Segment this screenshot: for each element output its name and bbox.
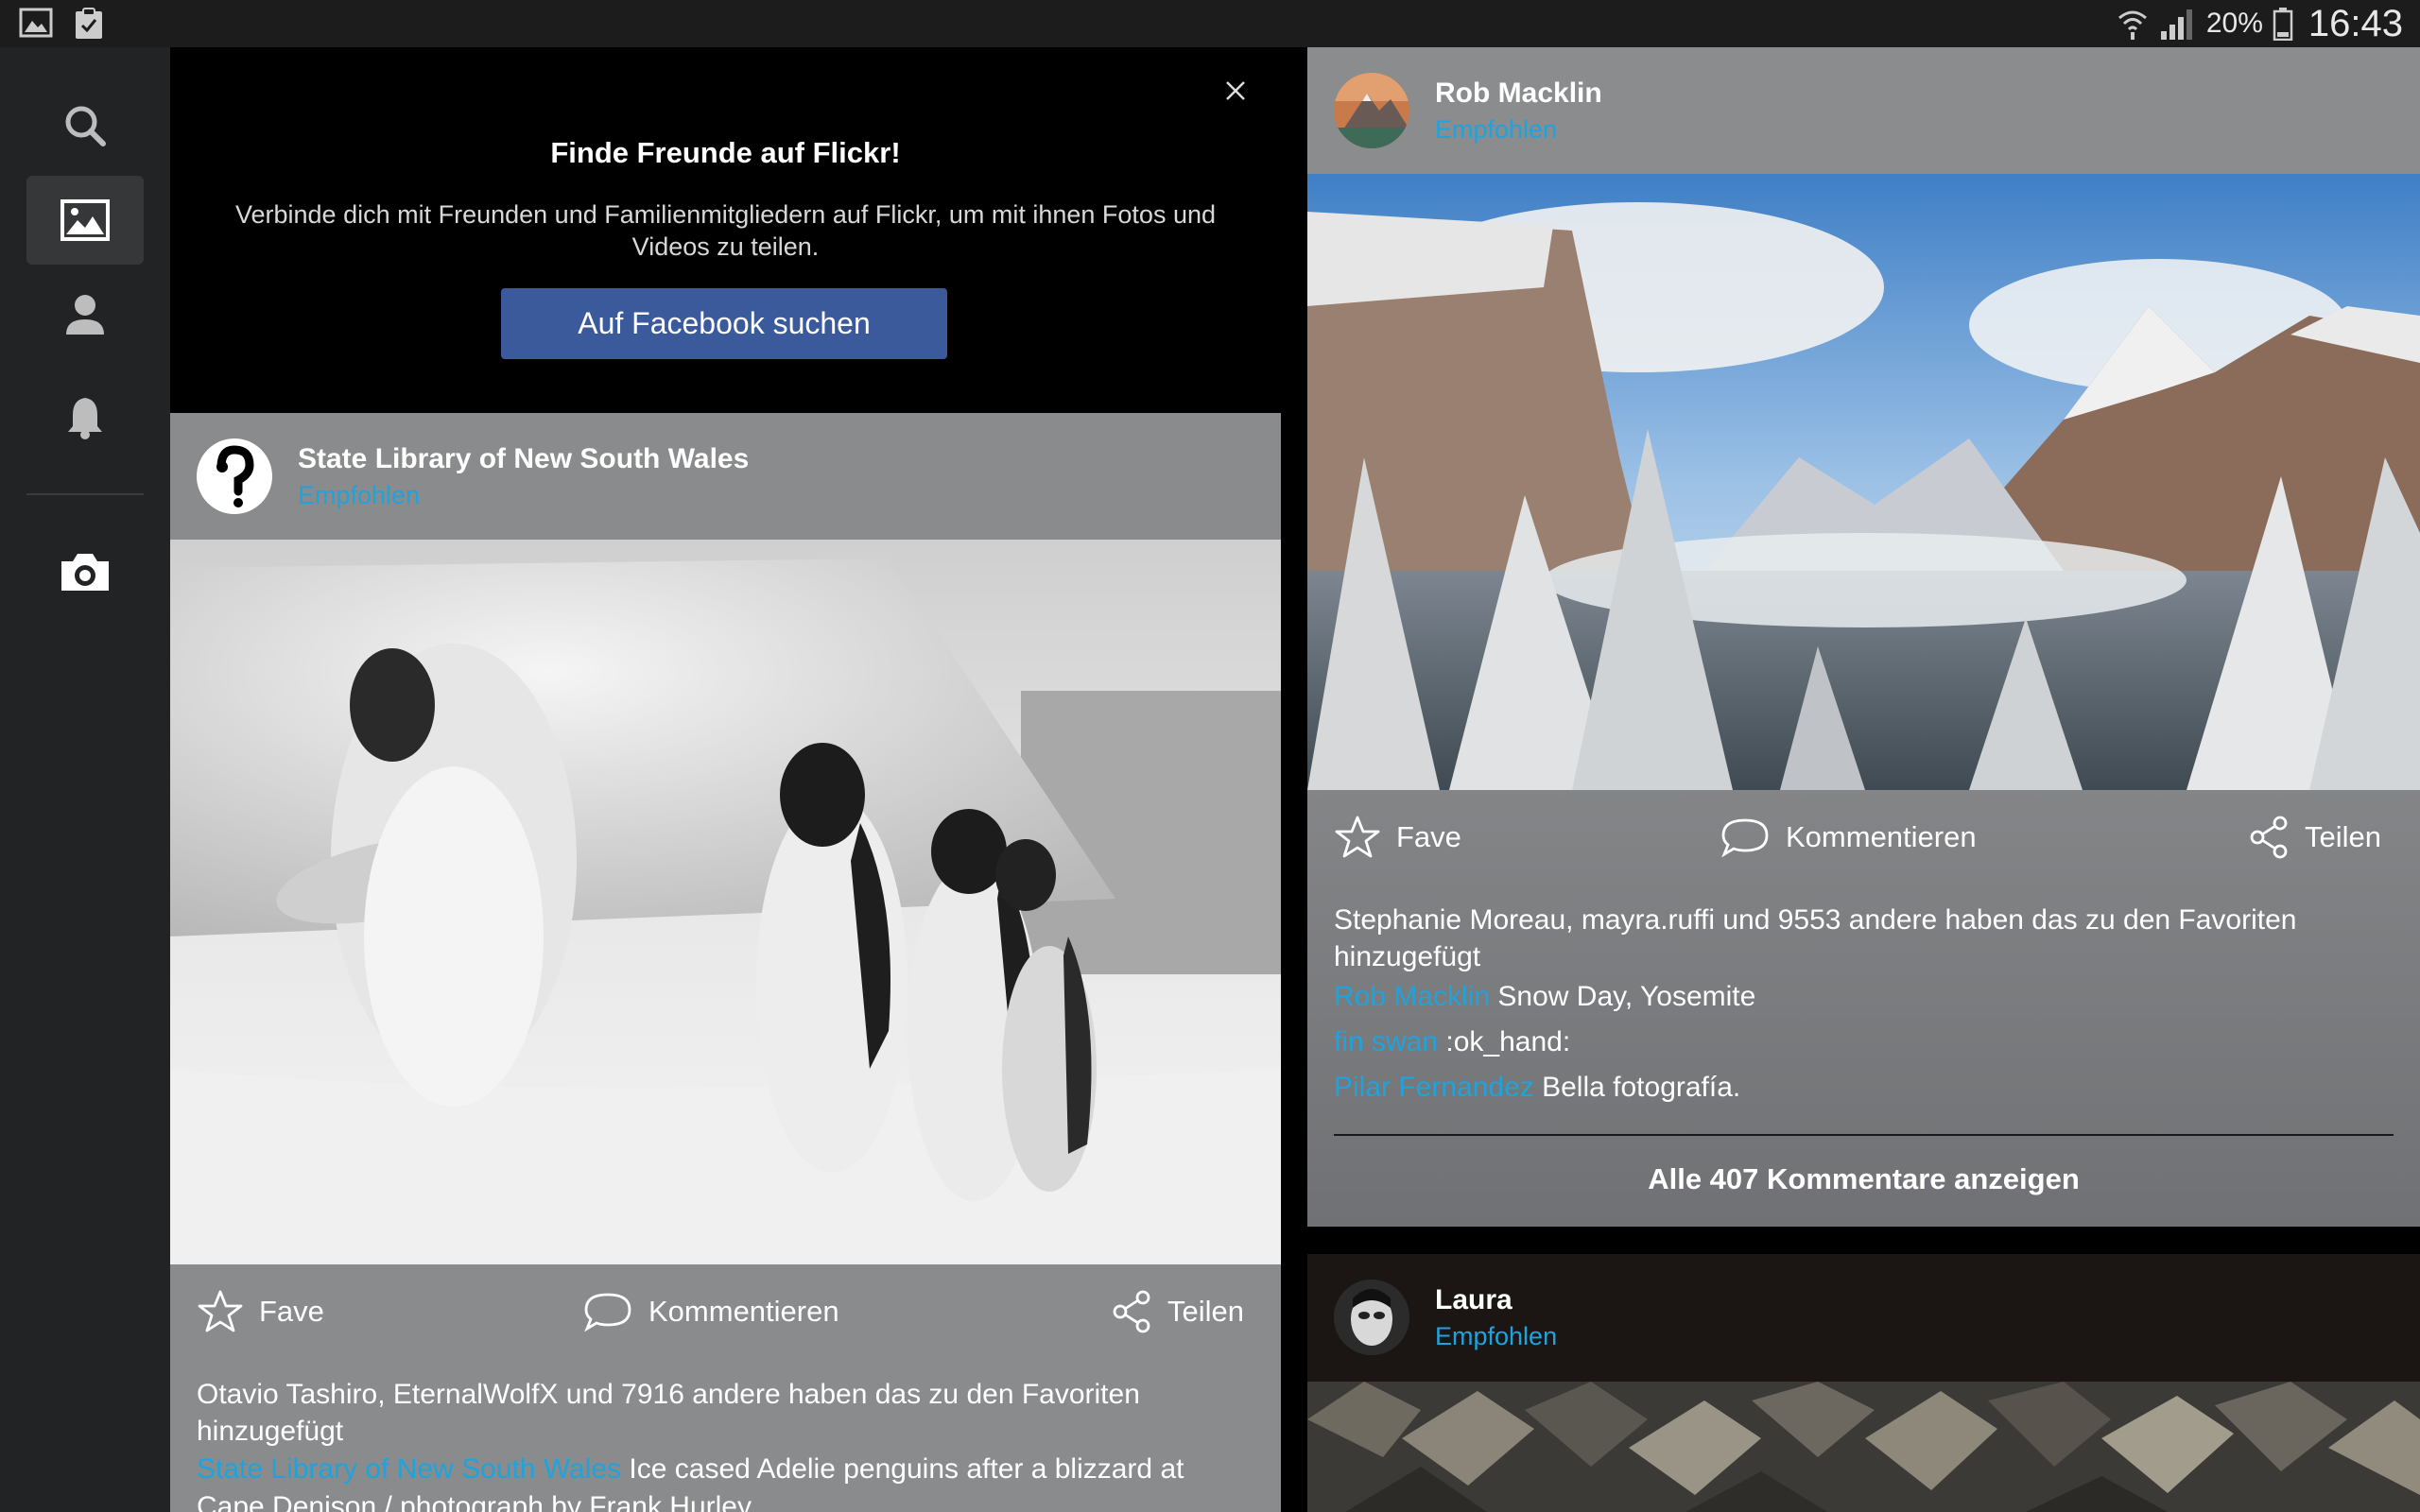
comment-item: fin swan :ok_hand: (1334, 1023, 2394, 1061)
post-actions: Fave Kommentieren Teilen (1307, 790, 2420, 885)
sidebar-item-search[interactable] (26, 81, 144, 170)
owner-name[interactable]: State Library of New South Wales (298, 443, 749, 475)
close-icon[interactable] (1219, 74, 1253, 108)
gallery-icon (19, 8, 53, 38)
post-header: State Library of New South Wales Empfohl… (170, 413, 1281, 540)
post-photo[interactable] (1307, 174, 2420, 790)
divider (1334, 1134, 2394, 1136)
clipboard-check-icon (76, 8, 102, 39)
comment-bubble-icon (584, 1293, 631, 1332)
bell-icon (68, 398, 102, 439)
recommended-label: Empfohlen (298, 481, 421, 509)
post-header: Laura Empfohlen (1307, 1254, 2420, 1381)
post-card: Laura Empfohlen (1307, 1254, 2420, 1512)
comment-item: State Library of New South Wales Ice cas… (197, 1451, 1254, 1512)
owner-name[interactable]: Laura (1435, 1284, 1512, 1316)
comment-bubble-icon (1721, 818, 1769, 858)
comment-author[interactable]: State Library of New South Wales (197, 1453, 621, 1485)
avatar[interactable] (1334, 1280, 1409, 1355)
share-icon (2250, 816, 2288, 859)
comment-author[interactable]: Pilar Fernandez (1334, 1072, 1534, 1103)
clock: 16:43 (2308, 2, 2403, 44)
sidebar-item-feed[interactable] (26, 176, 144, 265)
comment-item: Pilar Fernandez Bella fotografía. (1334, 1069, 2394, 1107)
comment-label: Kommentieren (648, 1295, 839, 1328)
sidebar-item-profile[interactable] (26, 270, 144, 359)
person-icon (66, 295, 104, 335)
wifi-icon (2118, 10, 2147, 40)
post-actions: Fave Kommentieren Teilen (170, 1264, 1281, 1359)
comment-label: Kommentieren (1786, 820, 1977, 853)
fave-label: Fave (259, 1295, 324, 1328)
comment-button[interactable]: Kommentieren (1720, 790, 1977, 885)
post-card: State Library of New South Wales Empfohl… (170, 413, 1281, 1512)
battery-icon (2273, 8, 2293, 41)
comment-button[interactable]: Kommentieren (582, 1264, 839, 1359)
comment-author[interactable]: fin swan (1334, 1026, 1438, 1057)
sidebar-item-camera[interactable] (26, 527, 144, 616)
favorites-text: Otavio Tashiro, EternalWolfX und 7916 an… (197, 1379, 1140, 1447)
star-icon (1335, 816, 1380, 858)
status-bar: 20% 16:43 (0, 0, 2420, 47)
feed-column-left: Finde Freunde auf Flickr! Verbinde dich … (170, 47, 1281, 1512)
feed-column-right: Rob Macklin Empfohlen Fave Kommentieren … (1307, 47, 2420, 1512)
mountain-avatar (1334, 73, 1409, 148)
fave-user[interactable]: Otavio Tashiro (197, 1379, 377, 1410)
post-photo[interactable] (170, 540, 1281, 1264)
fave-user[interactable]: mayra.ruffi (1582, 904, 1715, 936)
share-label: Teilen (1167, 1295, 1244, 1328)
facebook-search-button[interactable]: Auf Facebook suchen (501, 288, 947, 359)
face-avatar (1334, 1280, 1409, 1355)
signal-icon (2160, 9, 2192, 40)
sidebar-divider (26, 493, 144, 495)
comment-item: Rob Macklin Snow Day, Yosemite (1334, 978, 2394, 1016)
recommended-label: Empfohlen (1435, 1322, 1558, 1350)
recommended-label: Empfohlen (1435, 115, 1558, 144)
fave-button[interactable]: Fave (197, 1264, 324, 1359)
avatar[interactable] (1334, 73, 1409, 148)
sidebar (0, 47, 170, 1512)
fave-label: Fave (1396, 820, 1461, 853)
owner-name[interactable]: Rob Macklin (1435, 77, 1602, 110)
comment-text: Snow Day, Yosemite (1490, 981, 1756, 1012)
share-button[interactable]: Teilen (2248, 790, 2381, 885)
find-friends-banner: Finde Freunde auf Flickr! Verbinde dich … (170, 47, 1281, 413)
view-all-comments-link[interactable]: Alle 407 Kommentare anzeigen (1307, 1151, 2420, 1208)
banner-title: Finde Freunde auf Flickr! (550, 136, 901, 169)
question-mark-logo-icon (216, 445, 254, 507)
fave-button[interactable]: Fave (1334, 790, 1461, 885)
share-icon (1113, 1290, 1150, 1333)
battery-percent: 20% (2205, 8, 2263, 39)
books-photo (1307, 1382, 2420, 1512)
comment-text: :ok_hand: (1438, 1026, 1571, 1057)
penguin-photo (170, 540, 1281, 1264)
comment-text: Bella fotografía. (1533, 1072, 1741, 1103)
avatar[interactable] (197, 438, 272, 514)
yosemite-photo (1307, 174, 2420, 790)
image-icon (60, 199, 110, 241)
sidebar-item-notifications[interactable] (26, 372, 144, 461)
share-button[interactable]: Teilen (1111, 1264, 1244, 1359)
favorites-text: Stephanie Moreau, mayra.ruffi und 9553 a… (1334, 904, 2297, 972)
comment-author[interactable]: Rob Macklin (1334, 981, 1490, 1012)
post-card: Rob Macklin Empfohlen Fave Kommentieren … (1307, 47, 2420, 1227)
star-icon (198, 1290, 243, 1332)
post-header: Rob Macklin Empfohlen (1307, 47, 2420, 174)
camera-icon (61, 554, 109, 591)
post-photo[interactable] (1307, 1382, 2420, 1512)
fave-user[interactable]: Stephanie Moreau (1334, 904, 1565, 936)
share-label: Teilen (2305, 820, 2381, 853)
search-icon (65, 106, 106, 146)
fave-user[interactable]: EternalWolfX (393, 1379, 559, 1410)
banner-text: Verbinde dich mit Freunden und Familienm… (234, 200, 1216, 261)
